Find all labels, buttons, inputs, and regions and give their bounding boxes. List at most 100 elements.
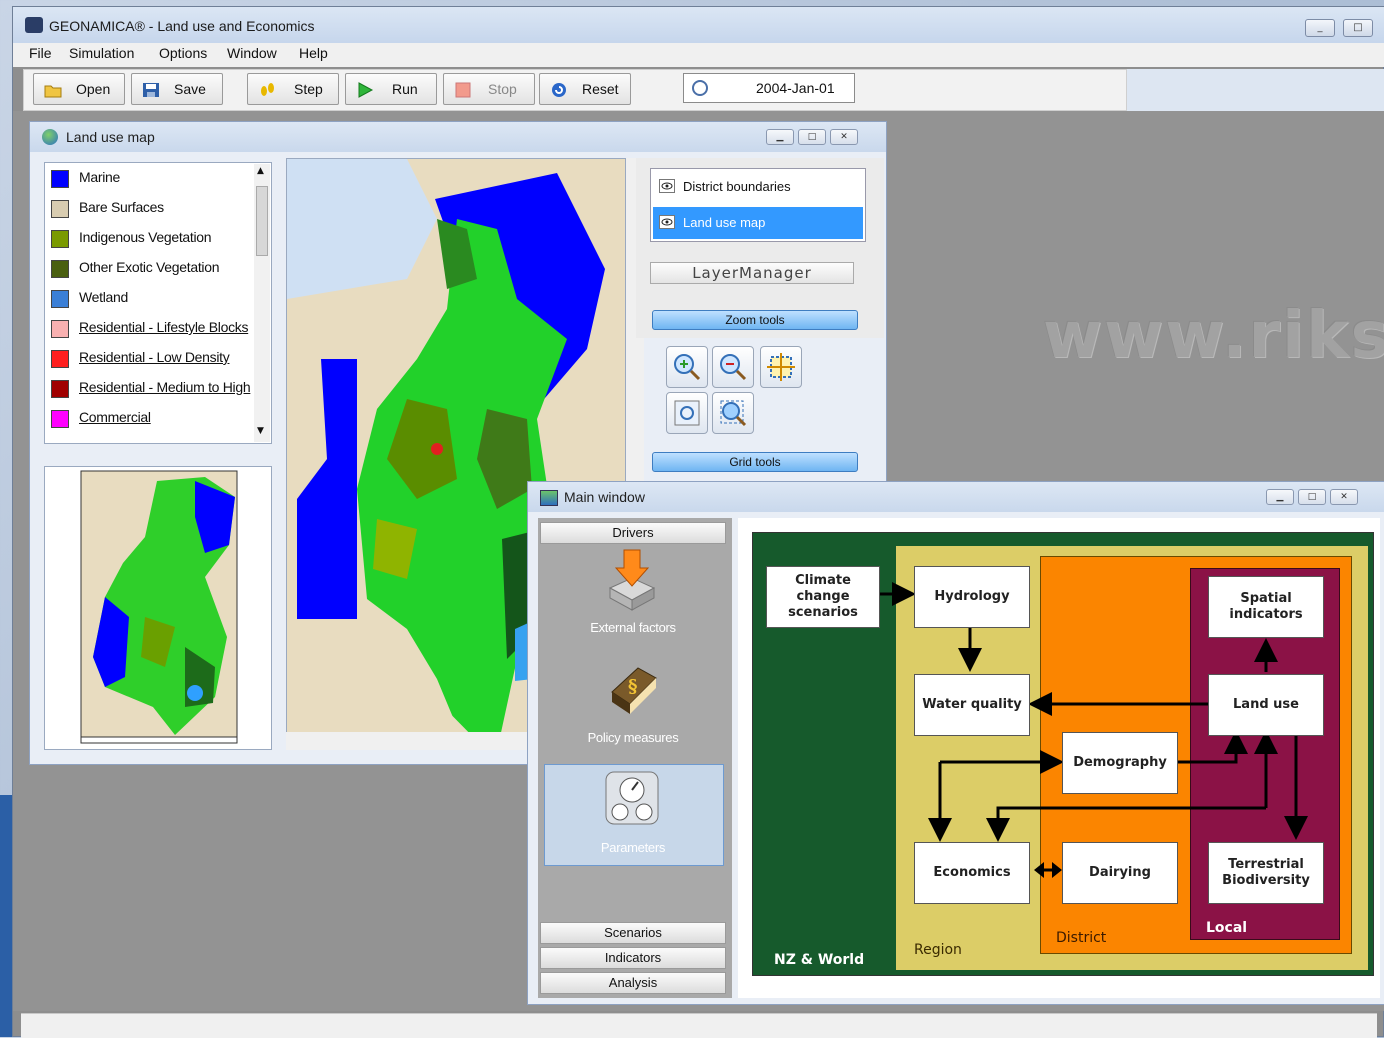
app-icon <box>25 17 43 33</box>
save-label: Save <box>174 81 206 97</box>
layer-manager-button[interactable]: LayerManager <box>650 262 854 284</box>
run-button[interactable]: Run <box>345 73 437 105</box>
legend-swatch <box>51 260 69 278</box>
legend-swatch <box>51 230 69 248</box>
box-terrestrial-biodiversity[interactable]: Terrestrial Biodiversity <box>1208 842 1324 904</box>
globe-icon <box>42 129 58 145</box>
main-window-titlebar: Main window ▁ □ ✕ <box>528 482 1384 512</box>
legend-swatch <box>51 200 69 218</box>
land-use-window-titlebar: Land use map ▁ □ ✕ <box>30 122 886 152</box>
reset-button[interactable]: Reset <box>539 73 631 105</box>
clock-icon <box>692 80 708 96</box>
legend-label: Residential - Low Density <box>79 349 230 365</box>
title-bar: GEONAMICA® - Land use and Economics _ □ <box>13 7 1384 43</box>
legend-label: Bare Surfaces <box>79 199 164 215</box>
watermark: www.riks. <box>1043 299 1384 373</box>
navigation-panel: Drivers External factors § Policy measur… <box>538 518 732 998</box>
zoom-tools-header[interactable]: Zoom tools <box>652 310 858 330</box>
main-window: Main window ▁ □ ✕ Drivers External factors <box>527 481 1384 1005</box>
menu-simulation[interactable]: Simulation <box>69 45 134 61</box>
menu-options[interactable]: Options <box>159 45 207 61</box>
reset-icon <box>550 82 568 98</box>
child-restore-button[interactable]: □ <box>798 129 826 145</box>
status-bar <box>21 1013 1377 1038</box>
simulation-date: 2004-Jan-01 <box>756 80 835 96</box>
legend-label: Other Exotic Vegetation <box>79 259 220 275</box>
zoom-in-icon[interactable] <box>666 346 708 388</box>
workspace-area: www.riks. Land use map ▁ □ ✕ Marine Bare Su… <box>13 111 1384 1011</box>
zoom-select-icon[interactable] <box>712 392 754 434</box>
toolbar-empty-area <box>1127 69 1384 111</box>
simulation-date-field[interactable]: 2004-Jan-01 <box>683 73 855 103</box>
parameters-label: Parameters <box>600 840 666 855</box>
minimize-button[interactable]: _ <box>1305 19 1335 37</box>
legend-swatch <box>51 170 69 188</box>
svg-text:§: § <box>628 676 637 697</box>
maximize-button[interactable]: □ <box>1343 19 1373 37</box>
menu-file[interactable]: File <box>29 45 52 61</box>
external-factors-label: External factors <box>590 620 676 635</box>
land-use-window-title: Land use map <box>66 129 155 145</box>
model-diagram: Climate change scenarios Hydrology Water… <box>738 518 1380 998</box>
step-button[interactable]: Step <box>247 73 339 105</box>
application-window: GEONAMICA® - Land use and Economics _ □ … <box>12 6 1384 1038</box>
policy-book-icon: § <box>611 667 657 714</box>
legend-label: Marine <box>79 169 120 185</box>
legend-swatch <box>51 350 69 368</box>
legend-scrollbar[interactable]: ▲ ▼ <box>254 164 270 442</box>
zoom-out-icon[interactable] <box>712 346 754 388</box>
box-dairying[interactable]: Dairying <box>1062 842 1178 904</box>
open-button[interactable]: Open <box>33 73 125 105</box>
grid-tools-header[interactable]: Grid tools <box>652 452 858 472</box>
layer-item[interactable]: District boundaries <box>653 171 863 203</box>
box-land-use[interactable]: Land use <box>1208 674 1324 736</box>
legend-label: Indigenous Vegetation <box>79 229 212 245</box>
zoom-extent-icon[interactable] <box>760 346 802 388</box>
nav-external-factors[interactable]: External factors <box>542 548 724 652</box>
menu-window[interactable]: Window <box>227 45 277 61</box>
box-spatial-indicators[interactable]: Spatial indicators <box>1208 576 1324 638</box>
indicators-button[interactable]: Indicators <box>540 947 726 969</box>
child-close-button[interactable]: ✕ <box>830 129 858 145</box>
box-hydrology[interactable]: Hydrology <box>914 566 1030 628</box>
box-demography[interactable]: Demography <box>1062 732 1178 794</box>
legend-swatch <box>51 320 69 338</box>
zoom-window-icon[interactable] <box>666 392 708 434</box>
zone-label-district: District <box>1056 930 1107 946</box>
box-water-quality[interactable]: Water quality <box>914 674 1030 736</box>
box-climate-change-scenarios[interactable]: Climate change scenarios <box>766 566 880 628</box>
stop-button[interactable]: Stop <box>443 73 535 105</box>
external-factors-icon <box>608 549 656 611</box>
eye-visibility-icon[interactable] <box>659 179 675 193</box>
layer-label: District boundaries <box>683 179 791 194</box>
chart-window-icon <box>540 490 558 506</box>
scroll-up-icon[interactable]: ▲ <box>257 166 264 176</box>
analysis-button[interactable]: Analysis <box>540 972 726 994</box>
legend-swatch <box>51 380 69 398</box>
map-horizontal-scrollbar[interactable] <box>286 732 556 750</box>
legend-list: Marine Bare Surfaces Indigenous Vegetation… <box>44 162 272 444</box>
child-minimize-button[interactable]: ▁ <box>766 129 794 145</box>
nav-parameters[interactable]: Parameters <box>542 768 724 872</box>
nav-policy-measures[interactable]: § Policy measures <box>542 658 724 762</box>
layer-item[interactable]: Land use map <box>653 207 863 239</box>
step-label: Step <box>294 81 323 97</box>
policy-measures-label: Policy measures <box>587 730 679 745</box>
save-disk-icon <box>142 82 160 98</box>
save-button[interactable]: Save <box>131 73 223 105</box>
box-economics[interactable]: Economics <box>914 842 1030 904</box>
eye-visibility-icon[interactable] <box>659 215 675 229</box>
layer-label: Land use map <box>683 215 766 230</box>
legend-label: Residential - Lifestyle Blocks <box>79 319 249 335</box>
overview-map[interactable] <box>44 466 272 750</box>
main-close-button[interactable]: ✕ <box>1330 489 1358 505</box>
play-icon <box>356 82 374 98</box>
step-footprints-icon <box>258 82 276 98</box>
scroll-down-icon[interactable]: ▼ <box>257 426 264 436</box>
scenarios-button[interactable]: Scenarios <box>540 922 726 944</box>
main-minimize-button[interactable]: ▁ <box>1266 489 1294 505</box>
menu-help[interactable]: Help <box>299 45 328 61</box>
drivers-button[interactable]: Drivers <box>540 522 726 544</box>
menu-bar: File Simulation Options Window Help <box>13 43 1384 67</box>
main-restore-button[interactable]: □ <box>1298 489 1326 505</box>
